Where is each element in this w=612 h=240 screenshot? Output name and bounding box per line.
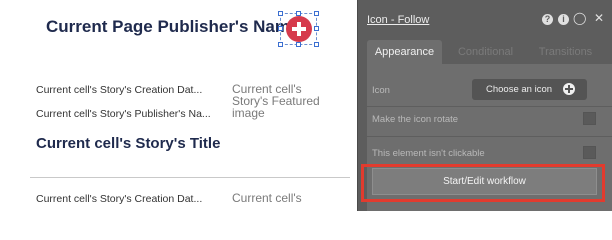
row-divider	[367, 106, 612, 107]
page-title-text[interactable]: Current Page Publisher's Name	[46, 17, 299, 37]
resize-handle[interactable]	[314, 42, 319, 47]
cell-creation-date-text-2[interactable]: Current cell's Story's Creation Dat...	[36, 193, 202, 205]
plus-circle-icon	[563, 83, 575, 95]
close-icon[interactable]: ✕	[594, 11, 604, 25]
help-icon[interactable]: ?	[542, 14, 553, 25]
comment-icon[interactable]: ◯	[573, 11, 586, 25]
tab-conditional[interactable]: Conditional	[448, 40, 523, 64]
choose-icon-label: Choose an icon	[486, 84, 553, 95]
resize-handle[interactable]	[278, 42, 283, 47]
featured-image-placeholder-2[interactable]: Current cell's	[232, 192, 332, 204]
cell-creation-date-text[interactable]: Current cell's Story's Creation Dat...	[36, 84, 202, 96]
start-edit-workflow-button[interactable]: Start/Edit workflow	[372, 168, 597, 195]
make-rotate-checkbox[interactable]	[583, 112, 596, 125]
divider	[30, 177, 350, 178]
follow-icon-element[interactable]	[278, 11, 319, 47]
not-clickable-label: This element isn't clickable	[372, 148, 485, 159]
resize-handle[interactable]	[278, 26, 283, 31]
story-title-text[interactable]: Current cell's Story's Title	[36, 135, 220, 152]
featured-image-placeholder[interactable]: Current cell's Story's Featured image	[232, 83, 332, 119]
not-clickable-checkbox[interactable]	[583, 146, 596, 159]
panel-title[interactable]: Icon - Follow	[367, 14, 429, 26]
info-icon[interactable]: i	[558, 14, 569, 25]
resize-handle[interactable]	[278, 11, 283, 16]
resize-handle[interactable]	[296, 11, 301, 16]
resize-handle[interactable]	[296, 42, 301, 47]
tab-transitions[interactable]: Transitions	[528, 40, 603, 64]
icon-field-label: Icon	[372, 85, 390, 96]
make-rotate-label: Make the icon rotate	[372, 114, 459, 125]
plus-circle-icon[interactable]	[286, 16, 312, 42]
cell-publisher-name-text[interactable]: Current cell's Story's Publisher's Na...	[36, 108, 211, 120]
choose-icon-button[interactable]: Choose an icon	[472, 79, 587, 100]
resize-handle[interactable]	[314, 11, 319, 16]
resize-handle[interactable]	[314, 26, 319, 31]
row-divider	[367, 136, 612, 137]
tab-appearance[interactable]: Appearance	[367, 40, 442, 64]
editor-screen: Current Page Publisher's Name Current ce…	[0, 0, 612, 211]
